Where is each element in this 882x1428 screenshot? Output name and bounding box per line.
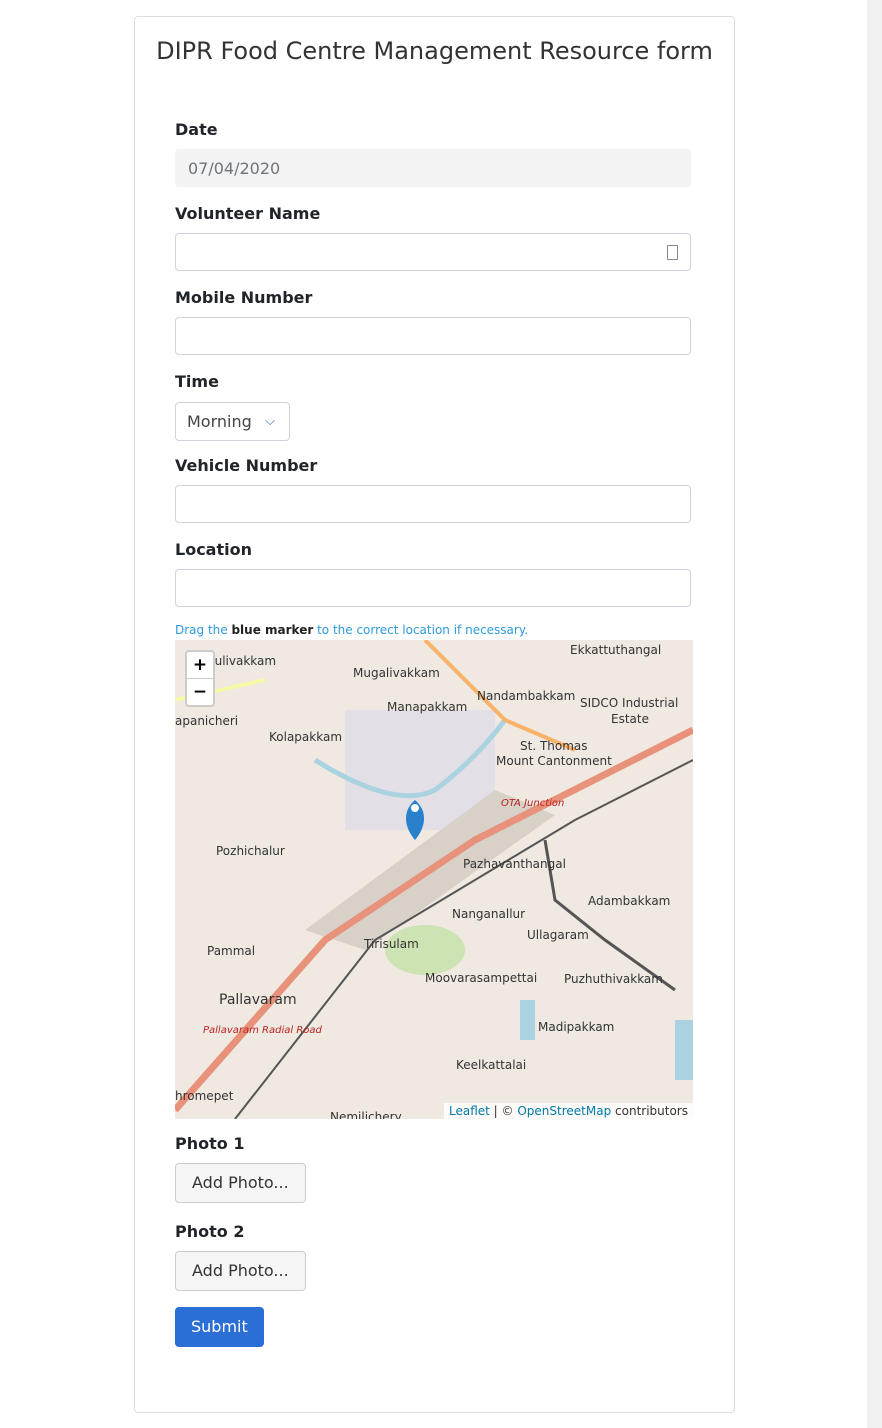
page-title: DIPR Food Centre Management Resource for… bbox=[156, 37, 713, 65]
location-label: Location bbox=[175, 540, 252, 559]
map-place-label: SIDCO Industrial bbox=[580, 696, 679, 710]
map-attribution: Leaflet | © OpenStreetMap contributors bbox=[444, 1103, 693, 1119]
map-place-label: Moovarasampettai bbox=[425, 971, 538, 985]
volunteer-name-input[interactable] bbox=[175, 233, 691, 271]
add-photo-1-button[interactable]: Add Photo... bbox=[175, 1163, 306, 1203]
map[interactable]: Ekkattuthangal Mugalivakkam Nandambakkam SI… bbox=[175, 640, 693, 1119]
time-select[interactable]: Morning ⌵ bbox=[175, 402, 290, 441]
contact-card-icon bbox=[667, 245, 678, 260]
map-place-label: Manapakkam bbox=[387, 700, 468, 714]
map-place-label: Pammal bbox=[207, 944, 256, 958]
map-place-label: apanicheri bbox=[175, 714, 239, 728]
form-card: DIPR Food Centre Management Resource for… bbox=[134, 16, 735, 1413]
scrollbar[interactable] bbox=[867, 0, 882, 1428]
map-place-label: Pozhichalur bbox=[216, 844, 285, 858]
map-place-label: Pazhavanthangal bbox=[463, 857, 566, 871]
map-place-label: Puzhuthivakkam bbox=[564, 972, 663, 986]
map-place-label: pulivakkam bbox=[207, 654, 277, 668]
add-photo-2-button[interactable]: Add Photo... bbox=[175, 1251, 306, 1291]
map-hint: Drag the blue marker to the correct loca… bbox=[175, 623, 529, 637]
map-place-label: Madipakkam bbox=[538, 1020, 615, 1034]
date-field[interactable]: 07/04/2020 bbox=[175, 149, 691, 187]
vehicle-label: Vehicle Number bbox=[175, 456, 318, 475]
map-place-label: Pallavaram Radial Road bbox=[203, 1025, 322, 1036]
map-place-label: OTA Junction bbox=[501, 798, 565, 809]
photo1-label: Photo 1 bbox=[175, 1134, 245, 1153]
map-place-label: St. Thomas bbox=[520, 739, 588, 753]
map-place-label: hromepet bbox=[175, 1089, 234, 1103]
mobile-number-input[interactable] bbox=[175, 317, 691, 355]
map-place-label: Nandambakkam bbox=[477, 689, 576, 703]
map-place-label: Mount Cantonment bbox=[496, 754, 612, 768]
map-place-label: Nanganallur bbox=[452, 907, 526, 921]
zoom-in-button[interactable]: + bbox=[187, 652, 213, 678]
zoom-out-button[interactable]: − bbox=[187, 678, 213, 705]
osm-link[interactable]: OpenStreetMap bbox=[517, 1104, 611, 1118]
photo2-label: Photo 2 bbox=[175, 1222, 245, 1241]
vehicle-number-input[interactable] bbox=[175, 485, 691, 523]
leaflet-link[interactable]: Leaflet bbox=[449, 1104, 490, 1118]
map-place-label: Tirisulam bbox=[364, 937, 419, 951]
mobile-label: Mobile Number bbox=[175, 288, 313, 307]
map-place-label: Pallavaram bbox=[219, 992, 297, 1008]
map-zoom-control: + − bbox=[185, 650, 215, 707]
map-place-label: Mugalivakkam bbox=[353, 666, 440, 680]
volunteer-label: Volunteer Name bbox=[175, 204, 321, 223]
map-place-label: Keelkattalai bbox=[456, 1058, 527, 1072]
map-place-label: Estate bbox=[611, 712, 649, 726]
submit-button[interactable]: Submit bbox=[175, 1307, 264, 1347]
map-place-label: Kolapakkam bbox=[269, 730, 343, 744]
location-input[interactable] bbox=[175, 569, 691, 607]
time-label: Time bbox=[175, 372, 219, 391]
map-place-label: Adambakkam bbox=[588, 894, 671, 908]
chevron-down-icon: ⌵ bbox=[265, 414, 275, 429]
map-place-label: Ullagaram bbox=[527, 928, 589, 942]
map-place-label: Nemilichery bbox=[330, 1110, 402, 1119]
date-label: Date bbox=[175, 120, 218, 139]
map-place-label: Ekkattuthangal bbox=[570, 643, 662, 657]
time-value: Morning bbox=[187, 412, 252, 431]
